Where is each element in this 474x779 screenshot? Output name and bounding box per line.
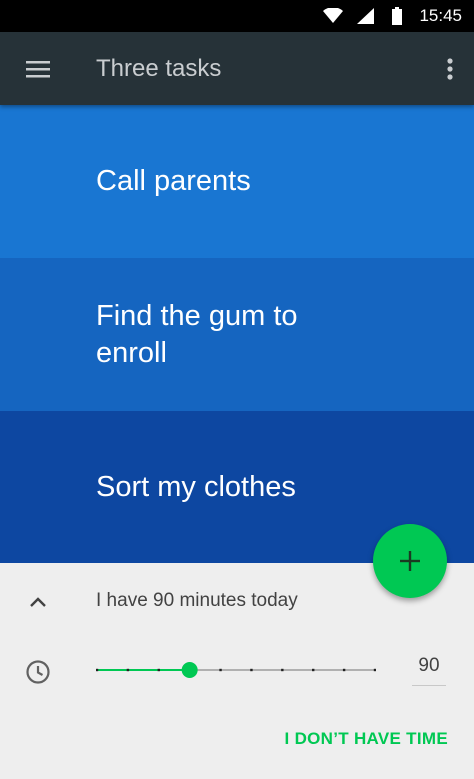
slider-tick xyxy=(281,668,284,672)
hamburger-menu-icon[interactable] xyxy=(22,54,54,84)
slider-tick xyxy=(96,668,99,672)
slider-tick xyxy=(250,668,253,672)
cell-signal-icon xyxy=(357,8,375,24)
slider-tick xyxy=(373,668,376,672)
status-bar: 15:45 xyxy=(0,0,474,32)
wifi-icon xyxy=(323,8,344,23)
slider-value-field[interactable]: 90 xyxy=(412,651,446,686)
page-title: Three tasks xyxy=(96,55,222,82)
task-label: Sort my clothes xyxy=(96,470,296,503)
time-slider[interactable] xyxy=(96,655,376,685)
task-label: Call parents xyxy=(96,165,251,197)
time-summary: I have 90 minutes today xyxy=(96,590,298,611)
slider-tick xyxy=(219,668,222,672)
chevron-up-icon[interactable] xyxy=(28,595,48,609)
app-bar: Three tasks xyxy=(0,32,474,105)
task-label: Find the gum to enroll xyxy=(96,299,298,369)
slider-tick xyxy=(126,668,130,672)
clock-icon xyxy=(26,660,50,684)
task-item-call-parents[interactable]: Call parents xyxy=(0,105,474,258)
more-vertical-icon[interactable] xyxy=(444,54,456,84)
slider-tick xyxy=(157,668,160,672)
task-item-find-gum[interactable]: Find the gum to enroll xyxy=(0,258,474,411)
no-time-button[interactable]: I DON’T HAVE TIME xyxy=(285,729,448,749)
add-task-button[interactable] xyxy=(373,524,447,598)
status-time: 15:45 xyxy=(419,6,462,25)
slider-tick xyxy=(312,668,315,672)
battery-icon xyxy=(392,7,403,25)
status-icons: 15:45 xyxy=(323,0,474,32)
plus-icon xyxy=(400,551,420,571)
slider-tick xyxy=(342,668,346,672)
slider-thumb[interactable] xyxy=(181,662,198,678)
